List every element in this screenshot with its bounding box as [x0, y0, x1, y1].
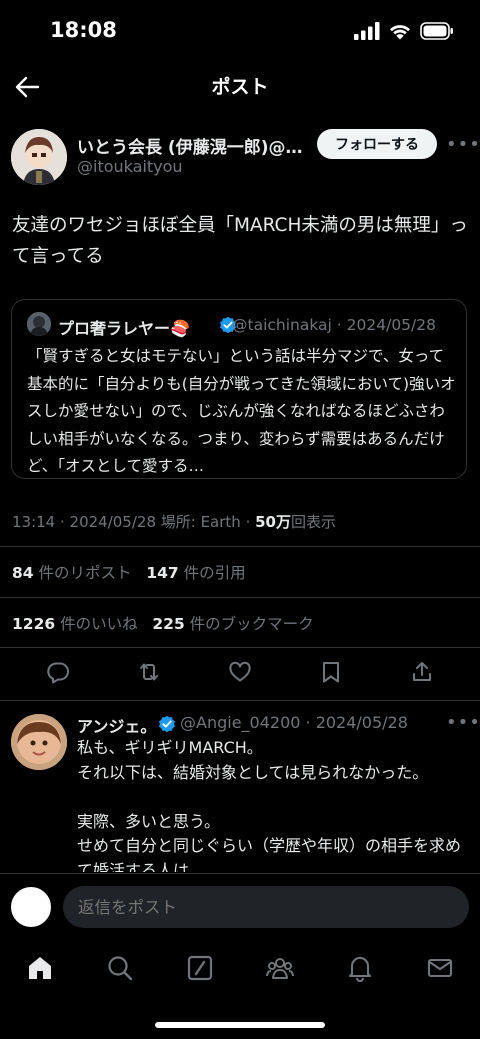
messages-icon[interactable] [426, 954, 454, 982]
home-icon[interactable] [26, 954, 54, 982]
follow-button[interactable]: フォローする [317, 129, 437, 159]
divider [0, 700, 480, 701]
post-meta: 13:14 · 2024/05/28 場所: Earth · 50万回表示 [12, 511, 336, 532]
quotes-label: 件の引用 [183, 564, 246, 582]
post-text: 友達のワセジョほぼ全員「MARCH未満の男は無理」って言ってる [12, 215, 468, 267]
reply-avatar[interactable] [11, 714, 67, 770]
notifications-icon[interactable] [346, 954, 374, 982]
search-icon[interactable] [106, 954, 134, 982]
grok-icon[interactable] [186, 954, 214, 982]
more-icon[interactable]: ••• [446, 134, 480, 155]
verified-icon [158, 715, 176, 733]
reposts-label: 件のリポスト [38, 564, 132, 582]
home-indicator [155, 1022, 325, 1028]
signal-icon [354, 22, 380, 40]
views-label: 回表示 [290, 513, 336, 531]
quotes-count: 147 [146, 564, 179, 582]
battery-icon [420, 22, 453, 40]
user-avatar[interactable] [11, 887, 51, 927]
views-count: 50万 [255, 513, 291, 531]
share-icon[interactable] [410, 660, 434, 684]
status-time: 18:08 [50, 18, 117, 42]
bookmarks-count: 225 [152, 615, 185, 633]
quotes-link[interactable]: 147 件の引用 [146, 564, 245, 582]
author-handle[interactable]: @itoukaityou [77, 157, 183, 176]
reply-handle-date: @Angie_04200 · 2024/05/28 [180, 713, 408, 732]
quote-text: 「賢すぎると女はモテない」という話は半分マジで、女って基本的に「自分よりも(自分… [27, 347, 456, 475]
reply-author-name[interactable]: アンジェ。 [77, 713, 156, 737]
author-avatar[interactable] [11, 129, 67, 185]
reply-icon[interactable] [46, 660, 70, 684]
communities-icon[interactable] [266, 954, 294, 982]
author-name[interactable]: いとう会長 (伊藤滉一郎)@… [77, 133, 307, 158]
reposts-link[interactable]: 84 件のリポスト [12, 564, 132, 582]
divider [0, 546, 480, 547]
divider [0, 597, 480, 598]
stats-row-reposts: 84 件のリポスト 147 件の引用 [12, 561, 246, 583]
wifi-icon [390, 25, 410, 40]
bookmarks-link[interactable]: 225 件のブックマーク [152, 615, 313, 633]
quote-author-name: プロ奢ラレヤー🍣 [58, 319, 190, 338]
likes-label: 件のいいね [60, 615, 138, 633]
quote-handle-date: @taichinakaj · 2024/05/28 [232, 316, 436, 334]
action-bar [0, 648, 480, 700]
reply-more-icon[interactable]: ••• [446, 712, 480, 733]
reposts-count: 84 [12, 564, 34, 582]
post-timestamp: 13:14 · 2024/05/28 場所: Earth · [12, 513, 256, 531]
repost-icon[interactable] [137, 660, 161, 684]
page-title: ポスト [211, 76, 269, 98]
bookmark-icon[interactable] [319, 660, 343, 684]
quote-avatar [27, 312, 51, 336]
bookmarks-label: 件のブックマーク [189, 615, 314, 633]
likes-link[interactable]: 1226 件のいいね [12, 615, 138, 633]
stats-row-likes: 1226 件のいいね 225 件のブックマーク [12, 612, 314, 634]
reply-post[interactable]: アンジェ。 @Angie_04200 · 2024/05/28 ••• 私も、ギ… [0, 702, 480, 872]
status-icons [354, 22, 454, 40]
like-icon[interactable] [228, 660, 252, 684]
reply-composer [0, 873, 480, 940]
reply-input[interactable] [63, 886, 469, 928]
likes-count: 1226 [12, 615, 56, 633]
reply-text: 私も、ギリギリMARCH。 それ以下は、結婚対象としては見られなかった。 実際、… [77, 738, 462, 872]
quoted-post[interactable]: プロ奢ラレヤー🍣 @taichinakaj · 2024/05/28 「賢すぎる… [11, 299, 467, 479]
